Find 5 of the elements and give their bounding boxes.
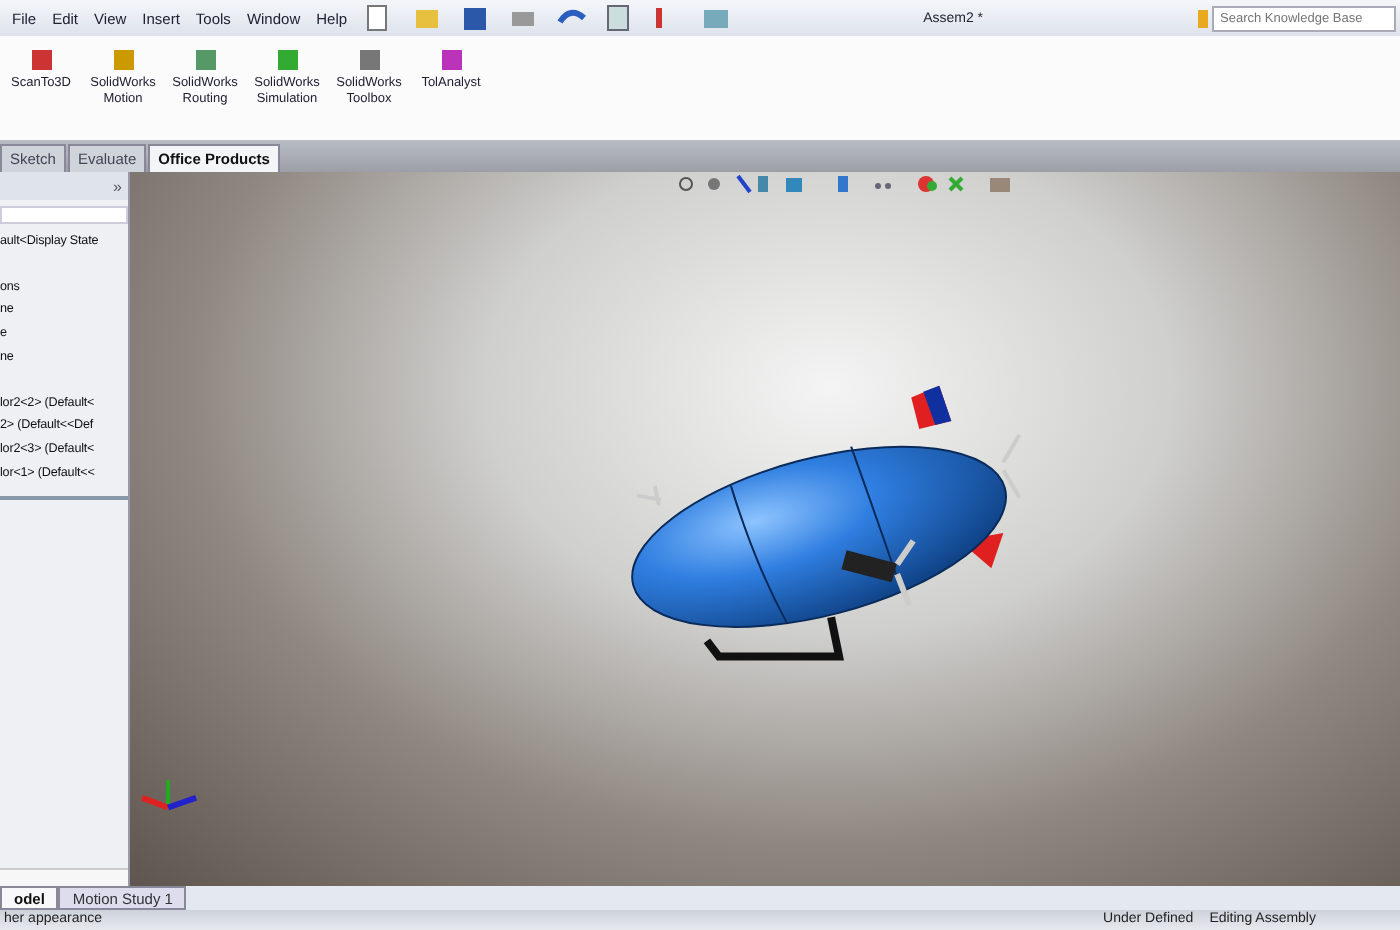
- filter-field[interactable]: [0, 206, 128, 224]
- scroll-bar[interactable]: [0, 868, 128, 886]
- axis-triad-icon: [140, 780, 198, 811]
- search-icon: [1198, 9, 1208, 27]
- collapse-button[interactable]: »: [113, 177, 122, 195]
